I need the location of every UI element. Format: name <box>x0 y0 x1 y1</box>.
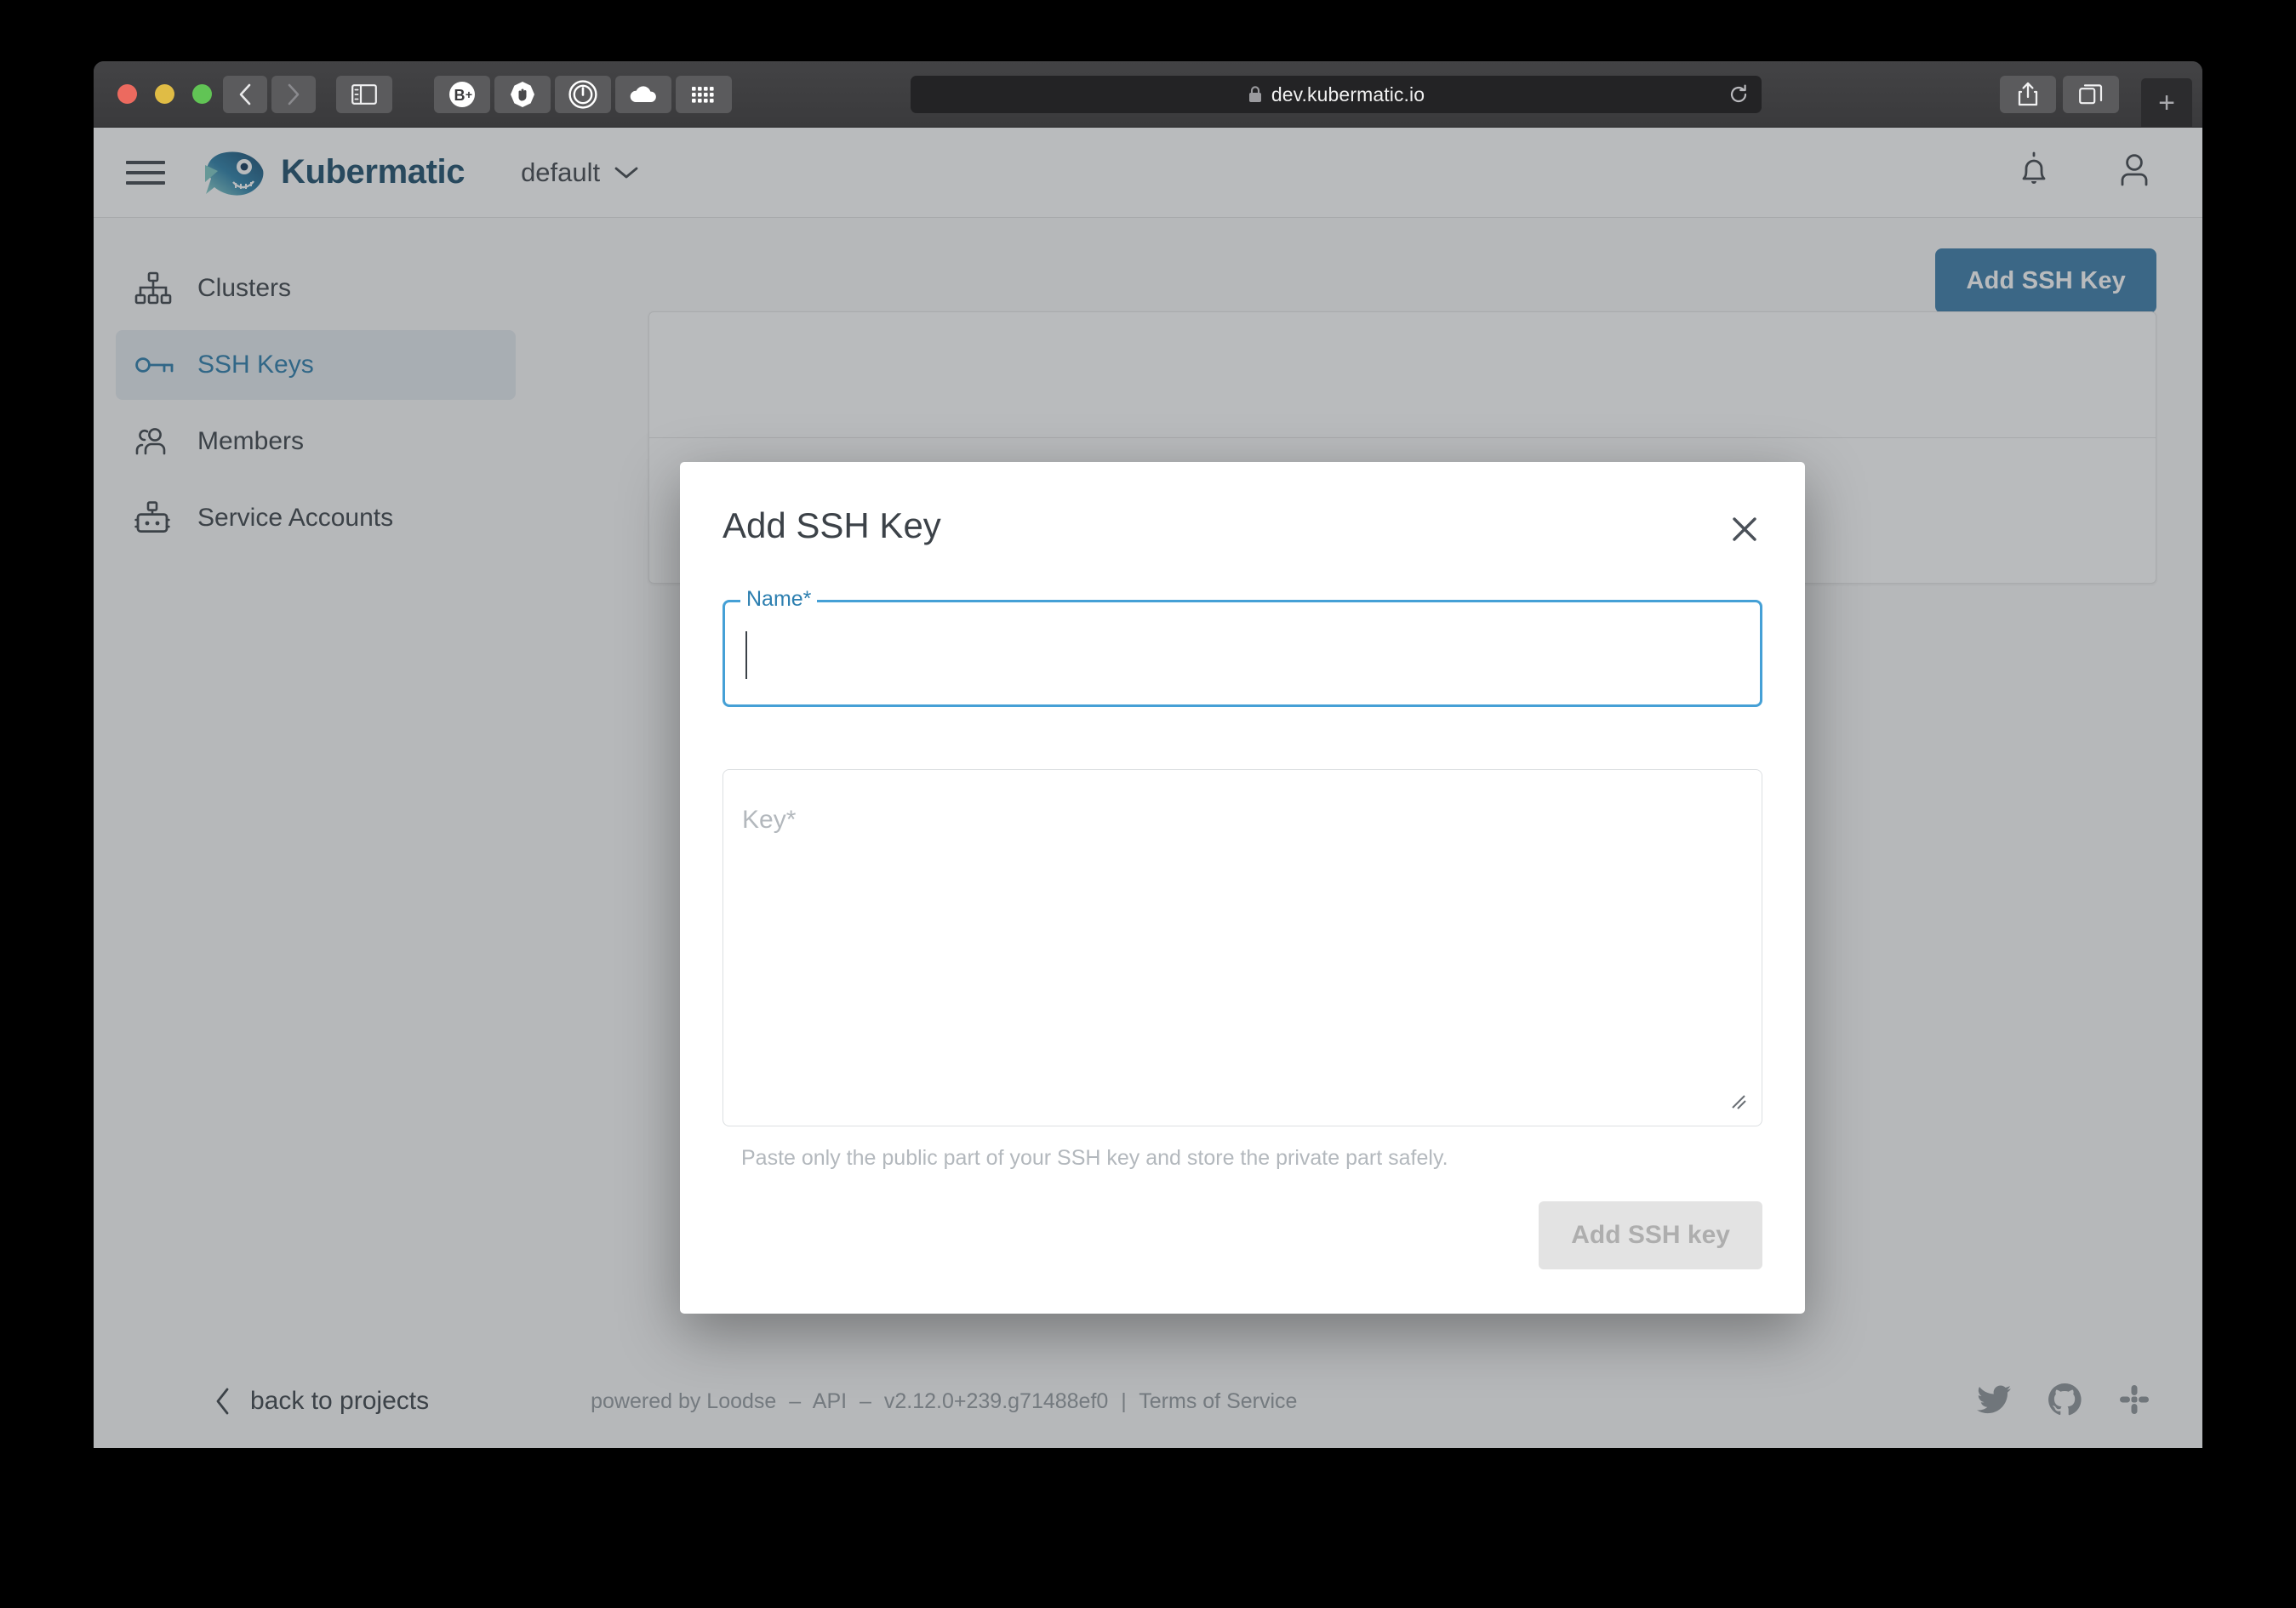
tab-overview-icon <box>2079 83 2103 105</box>
share-icon <box>2017 82 2039 107</box>
apps-grid-icon <box>691 85 717 104</box>
key-field-wrapper <box>722 769 1762 1126</box>
key-field-hint: Paste only the public part of your SSH k… <box>741 1146 1762 1171</box>
back-arrow-icon <box>237 83 254 106</box>
svg-text:+: + <box>465 88 472 101</box>
add-ssh-key-dialog: Add SSH Key Name* <box>680 462 1805 1314</box>
resize-grip-icon[interactable] <box>1728 1091 1750 1117</box>
bitwarden-icon: B + <box>448 80 477 109</box>
cloud-extension-button[interactable] <box>615 76 671 113</box>
close-window-button[interactable] <box>117 84 137 104</box>
dialog-title: Add SSH Key <box>722 505 941 546</box>
browser-toolbar: B + <box>94 61 2202 128</box>
close-icon <box>1730 515 1759 544</box>
dialog-header: Add SSH Key <box>722 462 1762 590</box>
window-controls <box>117 84 212 104</box>
page-viewport: Kubermatic default <box>94 128 2202 1448</box>
forward-button[interactable] <box>271 76 316 113</box>
minimize-window-button[interactable] <box>155 84 174 104</box>
cloud-icon <box>627 83 660 106</box>
back-button[interactable] <box>223 76 267 113</box>
tab-overview-button[interactable] <box>2063 76 2119 113</box>
dialog-actions: Add SSH key <box>1539 1201 1762 1269</box>
bitwarden-extension-button[interactable]: B + <box>434 76 490 113</box>
new-tab-button[interactable]: + <box>2141 78 2192 128</box>
sidebar-toggle-group <box>336 76 392 113</box>
navigation-buttons <box>223 76 316 113</box>
extension-buttons: B + <box>434 76 732 113</box>
onepassword-extension-button[interactable] <box>555 76 611 113</box>
toolbar-right-buttons <box>2000 76 2119 113</box>
url-text: dev.kubermatic.io <box>1271 83 1425 106</box>
adblock-extension-button[interactable] <box>494 76 551 113</box>
name-input[interactable] <box>744 602 1751 704</box>
maximize-window-button[interactable] <box>192 84 212 104</box>
forward-arrow-icon <box>285 83 302 106</box>
name-field-wrapper: Name* <box>722 600 1762 707</box>
share-button[interactable] <box>2000 76 2056 113</box>
text-cursor <box>745 631 747 679</box>
onepassword-icon <box>568 79 598 110</box>
svg-text:B: B <box>454 87 465 104</box>
lock-icon <box>1248 85 1263 104</box>
reload-button[interactable] <box>1728 83 1750 110</box>
sidebar-toggle-button[interactable] <box>336 76 392 113</box>
close-dialog-button[interactable] <box>1722 506 1768 552</box>
key-textarea[interactable] <box>742 806 1748 1112</box>
browser-window: B + <box>94 61 2202 1448</box>
adblock-icon <box>508 80 537 109</box>
sidebar-toggle-icon <box>351 84 377 105</box>
address-bar[interactable]: dev.kubermatic.io <box>911 76 1762 113</box>
reload-icon <box>1728 83 1750 105</box>
apps-grid-button[interactable] <box>676 76 732 113</box>
submit-ssh-key-button[interactable]: Add SSH key <box>1539 1201 1762 1269</box>
